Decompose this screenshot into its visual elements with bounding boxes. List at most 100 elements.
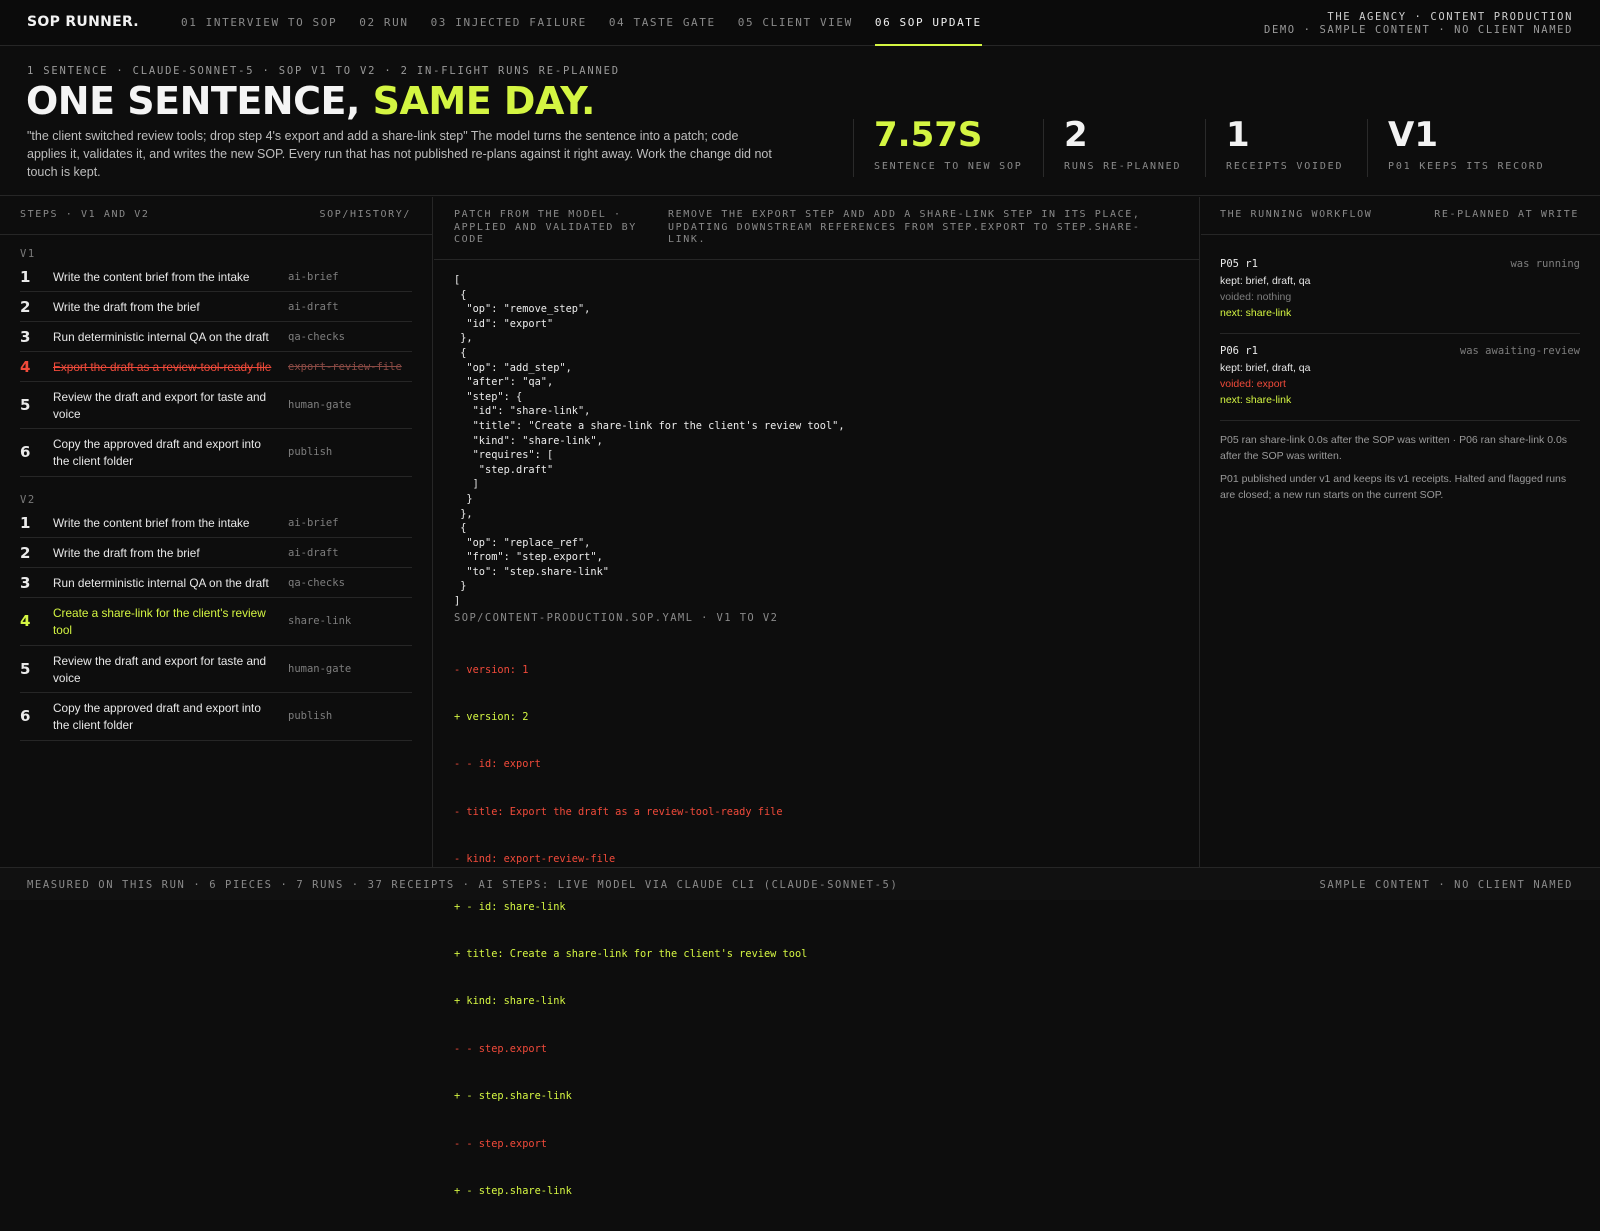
step-title: Write the draft from the brief	[53, 300, 200, 314]
step-row-removed[interactable]: 4 Export the draft as a review-tool-read…	[20, 352, 412, 382]
v2-label: V2	[20, 494, 36, 506]
run-status: was running	[1510, 258, 1580, 270]
sop-diff: - version: 1 + version: 2 - - id: export…	[454, 631, 807, 1231]
sop-history-link[interactable]: SOP/HISTORY/	[320, 209, 411, 222]
step-kind: ai-brief	[288, 271, 339, 283]
brand-logo[interactable]: SOP RUNNER.	[27, 14, 139, 30]
step-kind: human-gate	[288, 663, 352, 675]
step-number: 4	[20, 358, 31, 376]
replan-timing-note: P05 ran share-link 0.0s after the SOP wa…	[1220, 434, 1568, 462]
diff-line-removed: - kind: export-review-file	[454, 853, 616, 866]
hero-section: 1 SENTENCE · CLAUDE-SONNET-5 · SOP V1 TO…	[0, 47, 1600, 196]
nav-tab-sop-update[interactable]: 06 SOP UPDATE	[874, 0, 982, 46]
step-row[interactable]: 5 Review the draft and export for taste …	[20, 646, 412, 693]
step-kind: publish	[288, 710, 333, 722]
diff-line-removed: - version: 1	[454, 663, 529, 676]
stat-value: 1	[1226, 115, 1250, 155]
nav-tab-client-view[interactable]: 05 CLIENT VIEW	[738, 0, 853, 46]
hero-kicker: 1 SENTENCE · CLAUDE-SONNET-5 · SOP V1 TO…	[27, 65, 620, 77]
stats-row: 7.57S SENTENCE TO NEW SOP 2 RUNS RE-PLAN…	[853, 115, 1567, 179]
org-name: THE AGENCY · CONTENT PRODUCTION	[1327, 11, 1573, 23]
patch-panel-header: PATCH FROM THE MODEL · APPLIED AND VALID…	[434, 197, 1199, 260]
step-row[interactable]: 6 Copy the approved draft and export int…	[20, 429, 412, 477]
patch-panel-title: PATCH FROM THE MODEL · APPLIED AND VALID…	[454, 209, 637, 245]
org-context: THE AGENCY · CONTENT PRODUCTION DEMO · S…	[1264, 11, 1573, 37]
stat-label: RECEIPTS VOIDED	[1226, 161, 1344, 172]
diff-line-removed: - - step.export	[454, 1137, 547, 1150]
nav-tab-injected-failure[interactable]: 03 INJECTED FAILURE	[431, 0, 587, 46]
step-number: 2	[20, 544, 31, 562]
step-number: 4	[20, 612, 31, 630]
stat-sentence-to-sop: 7.57S SENTENCE TO NEW SOP	[853, 115, 1043, 177]
page-title: ONE SENTENCE, SAME DAY.	[26, 79, 595, 123]
run-kept: kept: brief, draft, qa	[1220, 362, 1311, 374]
run-voided: voided: nothing	[1220, 291, 1292, 303]
workflow-panel-header: THE RUNNING WORKFLOW RE-PLANNED AT WRITE	[1201, 197, 1600, 235]
nav-tab-taste-gate[interactable]: 04 TASTE GATE	[609, 0, 716, 46]
step-title: Export the draft as a review-tool-ready …	[53, 360, 272, 374]
diff-line-added: + title: Create a share-link for the cli…	[454, 947, 808, 960]
step-kind: export-review-file	[288, 361, 402, 373]
step-number: 3	[20, 328, 31, 346]
footer-notice: SAMPLE CONTENT · NO CLIENT NAMED	[1319, 879, 1573, 891]
diff-line-removed: - - step.export	[454, 1042, 547, 1055]
run-voided: voided: export	[1220, 378, 1286, 390]
step-row[interactable]: 2 Write the draft from the brief ai-draf…	[20, 292, 412, 322]
step-number: 6	[20, 707, 31, 725]
step-title: Write the content brief from the intake	[53, 516, 250, 530]
v1-label: V1	[20, 248, 36, 260]
diff-line-added: + - id: share-link	[454, 900, 566, 913]
step-row[interactable]: 3 Run deterministic internal QA on the d…	[20, 322, 412, 352]
run-id: P05 r1	[1220, 258, 1258, 270]
step-kind: ai-draft	[288, 547, 339, 559]
diff-line-removed: - - id: export	[454, 758, 541, 771]
steps-panel: STEPS · V1 AND V2 SOP/HISTORY/ V1 1 Writ…	[0, 197, 433, 867]
stat-value: 7.57S	[874, 115, 983, 155]
step-kind: ai-brief	[288, 517, 339, 529]
stat-value: V1	[1388, 115, 1438, 155]
v1-steps-list: 1 Write the content brief from the intak…	[20, 262, 412, 477]
run-next: next: share-link	[1220, 307, 1292, 319]
step-row-added[interactable]: 4 Create a share-link for the client's r…	[20, 598, 412, 646]
diff-line-removed: - title: Export the draft as a review-to…	[454, 805, 783, 818]
step-number: 3	[20, 574, 31, 592]
step-row[interactable]: 2 Write the draft from the brief ai-draf…	[20, 538, 412, 568]
run-card[interactable]: P05 r1 was running kept: brief, draft, q…	[1220, 258, 1580, 319]
step-number: 2	[20, 298, 31, 316]
footer-metrics: MEASURED ON THIS RUN · 6 PIECES · 7 RUNS…	[27, 879, 899, 891]
p01-record-note: P01 published under v1 and keeps its v1 …	[1220, 473, 1567, 501]
step-row[interactable]: 1 Write the content brief from the intak…	[20, 262, 412, 292]
step-number: 6	[20, 443, 31, 461]
run-card[interactable]: P06 r1 was awaiting-review kept: brief, …	[1220, 345, 1580, 406]
step-kind: qa-checks	[288, 331, 345, 343]
step-number: 1	[20, 514, 31, 532]
demo-notice: DEMO · SAMPLE CONTENT · NO CLIENT NAMED	[1264, 24, 1573, 36]
step-kind: ai-draft	[288, 301, 339, 313]
nav-tab-run[interactable]: 02 RUN	[359, 0, 408, 46]
footer: MEASURED ON THIS RUN · 6 PIECES · 7 RUNS…	[0, 867, 1600, 900]
step-number: 5	[20, 396, 31, 414]
step-row[interactable]: 5 Review the draft and export for taste …	[20, 382, 412, 429]
v2-steps-list: 1 Write the content brief from the intak…	[20, 508, 412, 741]
stat-label: P01 KEEPS ITS RECORD	[1388, 161, 1545, 172]
step-title: Write the content brief from the intake	[53, 270, 250, 284]
stat-value: 2	[1064, 115, 1088, 155]
diff-line-added: + - step.share-link	[454, 1090, 572, 1103]
step-number: 1	[20, 268, 31, 286]
step-title: Create a share-link for the client's rev…	[53, 606, 266, 637]
step-row[interactable]: 3 Run deterministic internal QA on the d…	[20, 568, 412, 598]
step-title: Review the draft and export for taste an…	[53, 654, 267, 685]
stat-label: RUNS RE-PLANNED	[1064, 161, 1182, 172]
step-row[interactable]: 1 Write the content brief from the intak…	[20, 508, 412, 538]
top-bar: SOP RUNNER. 01 INTERVIEW TO SOP 02 RUN 0…	[0, 0, 1600, 46]
step-kind: human-gate	[288, 399, 352, 411]
step-row[interactable]: 6 Copy the approved draft and export int…	[20, 693, 412, 741]
step-title: Run deterministic internal QA on the dra…	[53, 576, 269, 590]
step-number: 5	[20, 660, 31, 678]
step-kind: share-link	[288, 615, 352, 627]
nav-tab-interview-to-sop[interactable]: 01 INTERVIEW TO SOP	[181, 0, 337, 46]
step-kind: qa-checks	[288, 577, 345, 589]
step-title: Copy the approved draft and export into …	[53, 437, 261, 468]
step-title: Copy the approved draft and export into …	[53, 701, 261, 732]
diff-line-added: + version: 2	[454, 710, 529, 723]
